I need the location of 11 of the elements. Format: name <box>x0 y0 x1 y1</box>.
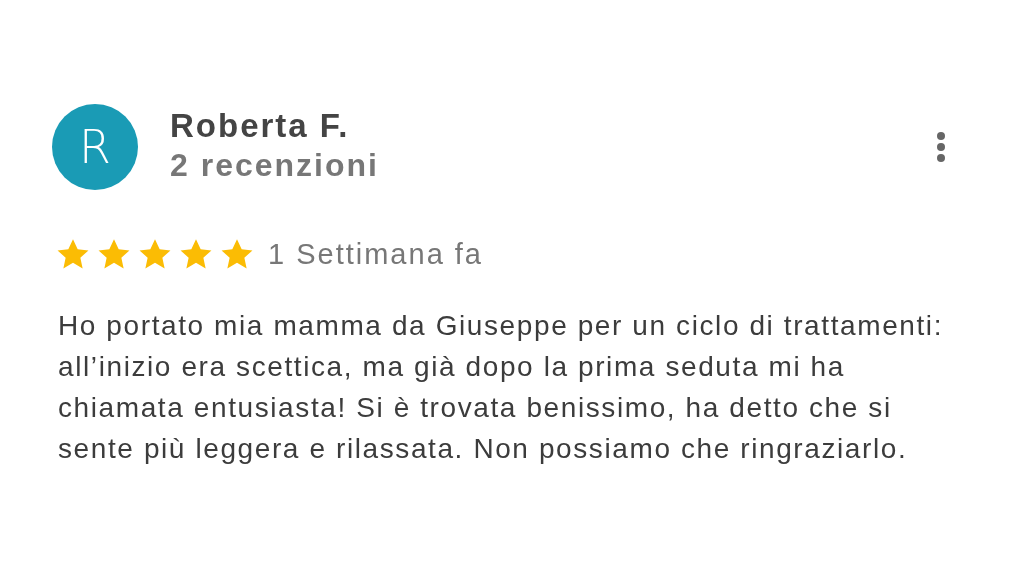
star-icon <box>138 238 172 271</box>
avatar: R <box>52 104 138 190</box>
more-options-icon[interactable] <box>936 131 946 163</box>
star-icon <box>220 238 254 271</box>
author-name: Roberta F. <box>170 107 351 145</box>
review-count: 2 recenzioni <box>170 146 380 185</box>
review-date: 1 Settimana fa <box>268 238 483 271</box>
star-icon <box>56 238 90 271</box>
star-icon <box>97 238 131 271</box>
review-text: Ho portato mia mamma da Giuseppe per un ciclo di trattamenti: all’inizio era scettica, ma già dopo la prima seduta mi ha chiamata entusiasta! Si è trovata benissimo, ha detto che si sente più leggera e rilassata. Non possiamo che ringraziarlo. <box>58 309 945 466</box>
star-icon <box>179 238 213 271</box>
